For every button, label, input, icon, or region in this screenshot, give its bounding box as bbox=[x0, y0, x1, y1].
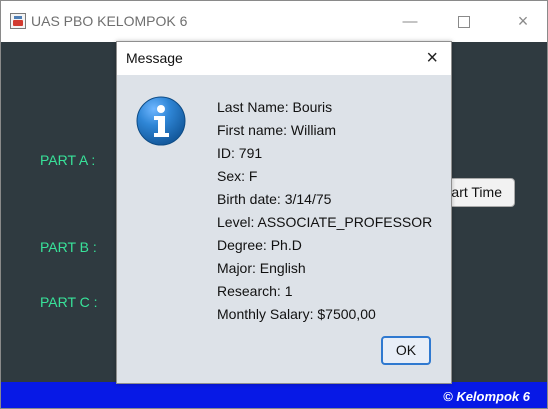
monthly-salary-line: Monthly Salary: $7500,00 bbox=[217, 306, 376, 322]
research-line: Research: 1 bbox=[217, 283, 293, 299]
part-a-label: PART A : bbox=[40, 152, 96, 168]
info-icon bbox=[136, 96, 186, 146]
ok-button[interactable]: OK bbox=[381, 336, 431, 365]
level-line: Level: ASSOCIATE_PROFESSOR bbox=[217, 214, 433, 230]
part-b-label: PART B : bbox=[40, 239, 97, 255]
close-window-button[interactable]: × bbox=[500, 1, 546, 42]
dialog-close-button[interactable]: × bbox=[426, 46, 438, 70]
id-line: ID: 791 bbox=[217, 145, 263, 161]
maximize-icon bbox=[458, 16, 470, 29]
main-window: UAS PBO KELOMPOK 6 — × PART A : PART B :… bbox=[0, 0, 548, 409]
window-title: UAS PBO KELOMPOK 6 bbox=[31, 13, 188, 29]
part-c-label: PART C : bbox=[40, 294, 98, 310]
dialog-title: Message bbox=[126, 50, 183, 66]
dialog-titlebar[interactable]: Message × bbox=[117, 42, 451, 75]
first-name-line: First name: William bbox=[217, 122, 337, 138]
birth-date-line: Birth date: 3/14/75 bbox=[217, 191, 332, 207]
major-line: Major: English bbox=[217, 260, 306, 276]
java-app-icon bbox=[10, 13, 26, 29]
minimize-button[interactable]: — bbox=[387, 1, 433, 42]
footer-text: © Kelompok 6 bbox=[443, 389, 530, 404]
sex-line: Sex: F bbox=[217, 168, 258, 184]
message-dialog: Message × Last Name: Bouris First name: … bbox=[116, 41, 452, 384]
maximize-button[interactable] bbox=[441, 1, 487, 42]
last-name-line: Last Name: Bouris bbox=[217, 99, 333, 115]
window-titlebar[interactable]: UAS PBO KELOMPOK 6 — × bbox=[1, 1, 547, 42]
footer-bar: © Kelompok 6 bbox=[1, 382, 547, 408]
degree-line: Degree: Ph.D bbox=[217, 237, 302, 253]
message-text: Last Name: Bouris First name: William ID… bbox=[217, 96, 432, 326]
